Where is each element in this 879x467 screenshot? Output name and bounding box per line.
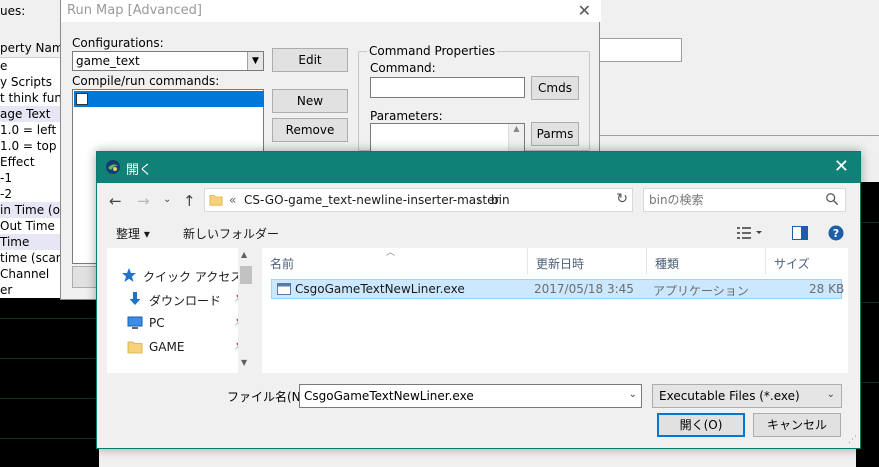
configurations-combobox[interactable]: game_text ▼: [72, 51, 264, 71]
parameters-label: Parameters:: [370, 109, 443, 123]
filetype-value: Executable Files (*.exe): [659, 389, 800, 403]
open-file-dialog: 開く ✕ ← → ⌄ ↑ « CS-GO-game_text-newline-i…: [96, 151, 861, 449]
search-icon[interactable]: [825, 192, 839, 206]
refresh-icon[interactable]: ↻: [616, 191, 628, 207]
configurations-label: Configurations:: [72, 36, 164, 50]
folder-icon: [209, 195, 223, 206]
recent-locations-chevron-icon[interactable]: ⌄: [163, 194, 171, 205]
parameters-input[interactable]: ▲: [370, 123, 525, 153]
chevron-down-icon[interactable]: ▼: [247, 52, 263, 70]
close-icon[interactable]: ✕: [578, 1, 591, 20]
filename-label: ファイル名(N):: [227, 390, 310, 404]
remove-button[interactable]: Remove: [272, 118, 348, 142]
chevron-down-icon[interactable]: ⌄: [827, 389, 835, 400]
file-date: 2017/05/18 3:45: [534, 282, 634, 296]
search-input[interactable]: [649, 192, 819, 208]
list-item[interactable]: [74, 91, 264, 107]
run-map-titlebar[interactable]: Run Map [Advanced] ✕: [61, 0, 601, 22]
edit-button[interactable]: Edit: [272, 48, 348, 72]
column-header-size[interactable]: サイズ: [766, 248, 848, 274]
scrollbar-thumb[interactable]: [240, 266, 252, 284]
up-arrow-icon[interactable]: ↑: [183, 192, 196, 210]
help-icon[interactable]: ?: [828, 225, 844, 241]
new-button[interactable]: New: [272, 89, 348, 113]
nav-item-label: PC: [149, 316, 165, 330]
command-properties-label: Command Properties: [367, 44, 498, 58]
preview-pane-icon[interactable]: [792, 226, 808, 240]
file-type: アプリケーション: [653, 284, 749, 298]
search-box[interactable]: [643, 188, 846, 212]
cmds-button[interactable]: Cmds: [531, 76, 579, 100]
grid-line: [0, 358, 99, 359]
breadcrumb-segment[interactable]: CS-GO-game_text-newline-inserter-master: [244, 193, 499, 207]
command-bar: 整理 ▾ 新しいフォルダー ?: [97, 218, 860, 248]
file-size: 28 KB: [809, 282, 845, 296]
filename-input[interactable]: [304, 388, 614, 404]
view-options-icon[interactable]: [737, 226, 763, 240]
navigation-scrollbar[interactable]: ▲ ▼: [238, 248, 254, 373]
breadcrumb-segment[interactable]: bin: [491, 193, 510, 207]
scroll-up-icon[interactable]: ▲: [241, 250, 247, 259]
address-bar[interactable]: « CS-GO-game_text-newline-inserter-maste…: [204, 188, 633, 212]
navigation-pane[interactable]: クイック アクセス ダウンロード 📌 PC 📌 GAME 📌: [107, 248, 254, 373]
file-name: CsgoGameTextNewLiner.exe: [295, 282, 465, 296]
property-value-field[interactable]: [599, 38, 682, 62]
pc-icon: [127, 316, 143, 329]
open-dialog-titlebar[interactable]: 開く ✕: [97, 152, 860, 183]
commands-label: Compile/run commands:: [72, 74, 220, 88]
command-input[interactable]: [370, 77, 525, 98]
scroll-down-icon[interactable]: ▼: [241, 358, 247, 367]
grid-line: [0, 438, 99, 439]
parms-button[interactable]: Parms: [531, 122, 579, 146]
values-label: ues:: [0, 4, 26, 18]
forward-arrow-icon[interactable]: →: [137, 192, 150, 210]
open-button[interactable]: 開く(O): [657, 413, 745, 437]
resize-grip-icon[interactable]: ⋰: [848, 435, 857, 445]
cancel-button[interactable]: キャンセル: [753, 413, 841, 437]
command-checkbox[interactable]: [76, 93, 88, 105]
back-arrow-icon[interactable]: ←: [109, 192, 122, 210]
star-icon: [122, 268, 136, 282]
filetype-select[interactable]: Executable Files (*.exe) ⌄: [652, 384, 842, 408]
breadcrumb-separator[interactable]: ›: [477, 193, 482, 207]
file-list[interactable]: ︿ 名前 更新日時 種類 サイズ CsgoGameTextNewLiner.ex…: [262, 248, 848, 373]
svg-text:?: ?: [833, 227, 839, 240]
nav-item-label: ダウンロード: [149, 294, 222, 308]
breadcrumb-overflow[interactable]: «: [229, 193, 236, 207]
nav-item-label: クイック アクセス: [143, 270, 243, 284]
nav-item-label: GAME: [149, 340, 185, 354]
organize-button[interactable]: 整理 ▾: [116, 225, 150, 242]
grid-line: [0, 318, 99, 319]
filename-combobox[interactable]: ⌄: [299, 384, 642, 408]
exe-file-icon: [277, 283, 291, 295]
column-header-type[interactable]: 種類: [647, 248, 766, 274]
hammer-app-icon: [106, 160, 120, 174]
download-icon: [129, 292, 141, 305]
chevron-down-icon[interactable]: ⌄: [629, 389, 637, 400]
command-label: Command:: [370, 61, 436, 75]
map-viewport-2d[interactable]: [0, 298, 99, 467]
open-dialog-title: 開く: [126, 163, 153, 178]
divider: [599, 135, 879, 136]
folder-icon: [127, 341, 143, 354]
column-header-date[interactable]: 更新日時: [528, 248, 647, 274]
configuration-value: game_text: [76, 54, 140, 68]
grid-line: [0, 398, 99, 399]
scrollbar[interactable]: ▲: [508, 124, 524, 152]
column-header-name[interactable]: 名前: [262, 248, 528, 274]
run-map-title: Run Map [Advanced]: [67, 3, 202, 18]
new-folder-button[interactable]: 新しいフォルダー: [183, 225, 279, 242]
table-row[interactable]: CsgoGameTextNewLiner.exe 2017/05/18 3:45…: [271, 279, 845, 299]
close-icon[interactable]: ✕: [834, 156, 849, 177]
